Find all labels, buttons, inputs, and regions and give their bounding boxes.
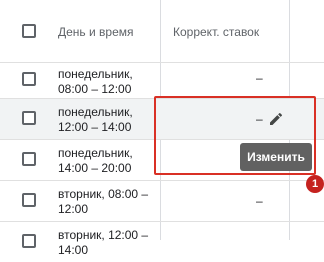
row-checkbox[interactable] — [22, 111, 36, 125]
row-checkbox[interactable] — [22, 193, 36, 207]
table-row: вторник, 08:00 – 12:00 – — [0, 181, 324, 221]
row-day-time: понедельник, 14:00 – 20:00 — [58, 146, 133, 175]
row-checkbox[interactable] — [22, 234, 36, 248]
row-checkbox[interactable] — [22, 152, 36, 166]
row-checkbox[interactable] — [22, 72, 36, 86]
annotation-highlight-box — [154, 96, 316, 175]
table-row: вторник, 12:00 – 14:00 — [0, 222, 324, 262]
table-header: День и время Коррект. ставок — [0, 0, 324, 62]
row-day-time: понедельник, 12:00 – 14:00 — [58, 105, 133, 134]
row-day-time: вторник, 12:00 – 14:00 — [58, 228, 149, 257]
header-datetime[interactable]: День и время — [58, 25, 134, 39]
row-day-time: понедельник, 08:00 – 12:00 — [58, 67, 133, 96]
row-bid-adjustment: – — [256, 71, 263, 85]
row-bid-adjustment: – — [256, 194, 263, 208]
select-all-checkbox[interactable] — [22, 24, 36, 38]
annotation-step-badge: 1 — [306, 175, 324, 193]
header-bid-adjustment[interactable]: Коррект. ставок — [173, 25, 259, 39]
row-day-time: вторник, 08:00 – 12:00 — [58, 187, 149, 216]
